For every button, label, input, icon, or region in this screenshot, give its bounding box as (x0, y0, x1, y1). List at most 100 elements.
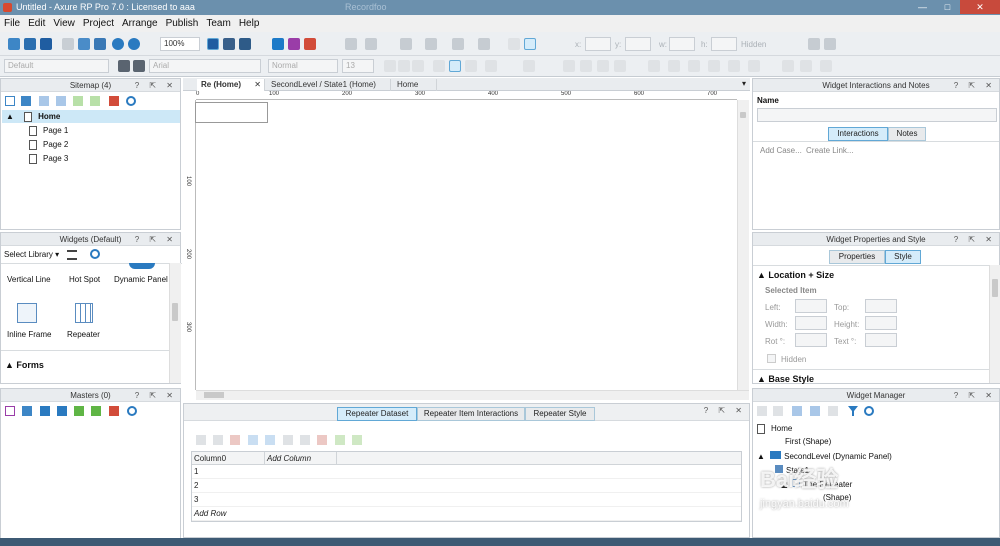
indent-icon[interactable] (73, 96, 83, 106)
underline-icon[interactable] (412, 60, 424, 72)
delete-column-icon[interactable] (317, 435, 327, 445)
bring-forward-icon[interactable] (597, 60, 609, 72)
outdent-icon[interactable] (90, 96, 100, 106)
tab-repeater-dataset[interactable]: Repeater Dataset (337, 407, 417, 421)
widget-hot-spot[interactable]: Hot Spot (69, 275, 100, 284)
x-field[interactable] (585, 37, 611, 51)
rotation-field[interactable] (795, 333, 827, 347)
arrange-icon[interactable] (239, 38, 251, 50)
undo-icon[interactable] (112, 38, 124, 50)
maximize-button[interactable]: □ (935, 0, 960, 14)
align-bottom-icon[interactable] (708, 60, 720, 72)
sitemap-item-home[interactable]: ▲ Home (2, 110, 180, 123)
move-down-icon[interactable] (56, 96, 66, 106)
tab-secondlevel-state1[interactable]: SecondLevel / State1 (Home) (267, 79, 391, 91)
font-select[interactable]: Arial (149, 59, 261, 73)
move-up-icon[interactable] (40, 406, 50, 416)
widget-vertical-line[interactable]: Vertical Line (7, 275, 51, 284)
menu-publish[interactable]: Publish (162, 18, 203, 29)
font-color-icon[interactable] (523, 60, 535, 72)
panel-controls[interactable]: ? ⇱ ✕ (135, 79, 177, 92)
add-column-right-icon[interactable] (300, 435, 310, 445)
group-objects-icon[interactable] (820, 60, 832, 72)
insert-column-icon[interactable] (213, 435, 223, 445)
move-up-icon[interactable] (792, 406, 802, 416)
move-down-icon[interactable] (265, 435, 275, 445)
paste-icon[interactable] (94, 38, 106, 50)
italic-icon[interactable] (398, 60, 410, 72)
panel-controls[interactable]: ? ⇱ ✕ (954, 79, 996, 92)
lock-position-icon[interactable] (782, 60, 794, 72)
save-icon[interactable] (40, 38, 52, 50)
insert-row-icon[interactable] (196, 435, 206, 445)
delete-row-icon[interactable] (230, 435, 240, 445)
create-link-link[interactable]: Create Link... (806, 146, 854, 155)
unlock-icon[interactable] (800, 60, 812, 72)
sitemap-item-page2[interactable]: Page 2 (29, 139, 68, 151)
move-up-icon[interactable] (39, 96, 49, 106)
minimize-button[interactable]: — (910, 0, 935, 14)
tab-repeater-interactions[interactable]: Repeater Item Interactions (417, 407, 525, 421)
add-column-left-icon[interactable] (283, 435, 293, 445)
bring-front-icon[interactable] (563, 60, 575, 72)
line-style-icon[interactable] (400, 38, 412, 50)
panel-controls[interactable]: ? ⇱ ✕ (135, 389, 177, 402)
move-right-icon[interactable] (352, 435, 362, 445)
copy-icon[interactable] (78, 38, 90, 50)
search-icon[interactable] (127, 406, 137, 416)
height-field[interactable] (865, 316, 897, 330)
widget-dynamic-panel[interactable]: Dynamic Panel (114, 275, 168, 284)
send-backward-icon[interactable] (614, 60, 626, 72)
search-icon[interactable] (90, 249, 100, 259)
table-row[interactable]: 1 (192, 465, 741, 479)
generate-icon[interactable] (304, 38, 316, 50)
group-icon[interactable] (824, 38, 836, 50)
base-style-section[interactable]: ▲ Base Style (757, 374, 814, 384)
hidden-checkbox[interactable] (767, 354, 776, 363)
forms-section-header[interactable]: ▲ Forms (5, 360, 44, 370)
design-canvas[interactable] (195, 100, 737, 390)
properties-scrollbar[interactable] (989, 265, 1000, 383)
search-icon[interactable] (864, 406, 874, 416)
style-select[interactable]: Default (4, 59, 109, 73)
valign-icon[interactable] (485, 60, 497, 72)
align-middle-icon[interactable] (668, 60, 680, 72)
top-field[interactable] (865, 299, 897, 313)
widget-inline-frame[interactable]: Inline Frame (7, 330, 51, 339)
tab-style[interactable]: Style (885, 250, 921, 264)
publish-icon[interactable] (288, 38, 300, 50)
redo-icon[interactable] (128, 38, 140, 50)
move-down-icon[interactable] (810, 406, 820, 416)
move-up-icon[interactable] (248, 435, 258, 445)
panel-controls[interactable]: ? ⇱ ✕ (954, 389, 996, 402)
align-right-icon[interactable] (465, 60, 477, 72)
filter-icon[interactable] (848, 406, 858, 416)
edit-style-icon[interactable] (133, 60, 145, 72)
align-objects-icon[interactable] (648, 60, 660, 72)
menu-team[interactable]: Team (202, 18, 234, 29)
add-row[interactable]: Add Row (192, 507, 741, 521)
tab-home[interactable]: Home (393, 79, 437, 91)
send-back-icon[interactable] (580, 60, 592, 72)
move-left-icon[interactable] (335, 435, 345, 445)
font-weight-select[interactable]: Normal (268, 59, 338, 73)
close-window-button[interactable]: ✕ (960, 0, 1000, 14)
location-size-section[interactable]: ▲ Location + Size (757, 270, 834, 280)
add-folder-icon[interactable] (22, 406, 32, 416)
fill-color-icon[interactable] (452, 38, 464, 50)
width-field[interactable] (795, 316, 827, 330)
distribute-v-icon[interactable] (748, 60, 760, 72)
connector-icon[interactable] (223, 38, 235, 50)
cut-icon[interactable] (62, 38, 74, 50)
menu-arrange[interactable]: Arrange (118, 18, 162, 29)
add-master-icon[interactable] (5, 406, 15, 416)
menu-view[interactable]: View (49, 18, 79, 29)
menu-help[interactable]: Help (235, 18, 264, 29)
add-column-header[interactable]: Add Column (265, 452, 337, 464)
add-folder-icon[interactable] (21, 96, 31, 106)
text-align-icon[interactable] (524, 38, 536, 50)
repeater-item-shape[interactable] (195, 102, 268, 123)
edit-state-icon[interactable] (828, 406, 838, 416)
new-file-icon[interactable] (8, 38, 20, 50)
sitemap-item-page1[interactable]: Page 1 (29, 125, 68, 137)
